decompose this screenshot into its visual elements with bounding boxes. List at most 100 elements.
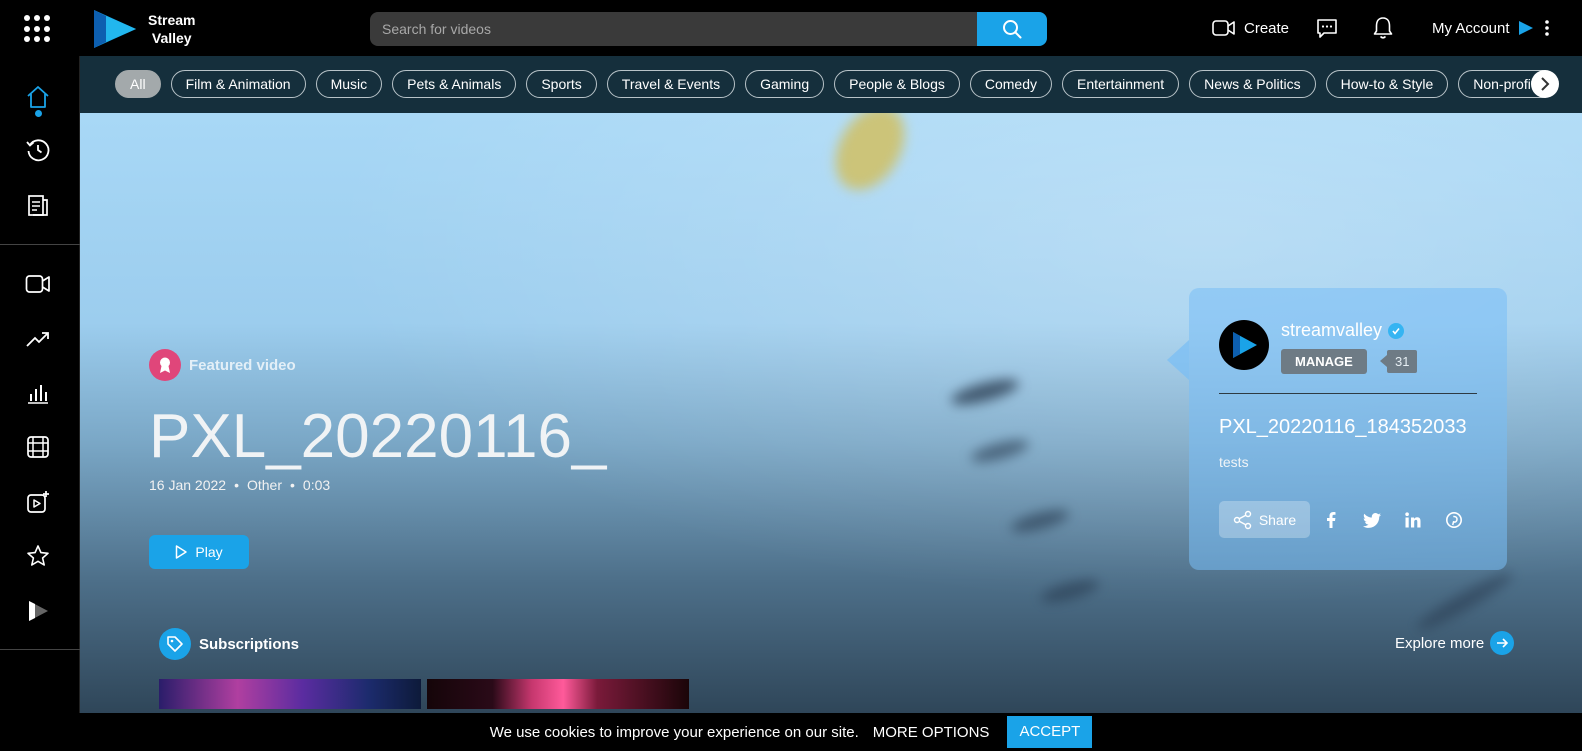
subscriptions-label: Subscriptions — [199, 635, 300, 653]
category-chip[interactable]: Entertainment — [1062, 70, 1180, 98]
messages-button[interactable] — [1316, 0, 1338, 56]
sidebar-item-playlists[interactable] — [24, 191, 52, 219]
sidebar-item-trending[interactable] — [24, 325, 52, 353]
manage-button[interactable]: MANAGE — [1281, 349, 1367, 374]
category-chips: All Film & Animation Music Pets & Animals Sp… — [115, 70, 1557, 98]
sidebar-item-add-video[interactable] — [24, 488, 52, 516]
video-info-card: streamvalley MANAGE 31 PXL_20220116_1843… — [1167, 288, 1507, 570]
video-duration: 0:03 — [302, 477, 331, 493]
sidebar-item-channel[interactable] — [24, 597, 52, 625]
share-label: Share — [1258, 511, 1297, 528]
sidebar-item-stats[interactable] — [24, 379, 52, 407]
cookie-accept-button[interactable]: ACCEPT — [1007, 716, 1093, 748]
search-bar — [370, 12, 1047, 46]
explore-more-label: Explore more — [1395, 634, 1485, 652]
apps-grid-icon[interactable] — [24, 15, 52, 43]
sidebar-divider — [0, 649, 80, 650]
video-category: Other — [246, 477, 282, 493]
category-chip[interactable]: Music — [315, 70, 383, 98]
channel-name-text: streamvalley — [1281, 320, 1383, 340]
history-icon — [26, 139, 50, 162]
chat-icon — [1317, 19, 1337, 38]
account-label: My Account — [1432, 19, 1510, 37]
video-meta: 16 Jan 2022 • Other • 0:03 — [149, 477, 330, 493]
channel-logo-icon — [1233, 332, 1257, 358]
sidebar-item-home[interactable] — [24, 83, 52, 111]
category-chip[interactable]: News & Politics — [1189, 70, 1316, 98]
trending-icon — [26, 332, 49, 347]
video-camera-icon — [1212, 20, 1235, 36]
card-pointer — [1167, 340, 1189, 380]
play-label: Play — [195, 544, 223, 560]
subscriptions-heading: Subscriptions — [159, 628, 299, 660]
logo[interactable]: Stream Valley — [92, 8, 195, 50]
sidebar — [0, 56, 80, 751]
video-thumbnail[interactable] — [427, 679, 689, 709]
sidebar-divider — [0, 244, 80, 245]
home-icon — [27, 86, 49, 108]
search-button[interactable] — [977, 12, 1047, 46]
cookie-banner: We use cookies to improve your experienc… — [0, 713, 1582, 751]
account-logo-icon — [1518, 21, 1533, 35]
facebook-icon[interactable] — [1322, 511, 1340, 529]
subscriber-count: 31 — [1379, 350, 1418, 373]
card-video-title: PXL_20220116_184352033 — [1219, 416, 1467, 438]
featured-tag: Featured video — [149, 349, 296, 381]
category-chip[interactable]: Comedy — [969, 70, 1052, 98]
stats-icon — [28, 385, 48, 404]
verified-icon — [1388, 322, 1405, 339]
linkedin-icon[interactable] — [1404, 511, 1422, 529]
category-chip[interactable]: How-to & Style — [1325, 70, 1449, 98]
arrow-right-icon — [1490, 631, 1515, 655]
featured-hero: Featured video PXL_20220116_ 16 Jan 2022… — [80, 113, 1582, 713]
search-icon — [1003, 20, 1022, 39]
more-vertical-icon[interactable] — [1542, 19, 1552, 37]
film-icon — [27, 436, 49, 458]
category-chip[interactable]: Sports — [526, 70, 597, 98]
sidebar-item-videos[interactable] — [24, 270, 52, 298]
sidebar-item-history[interactable] — [24, 136, 52, 164]
create-label: Create — [1244, 19, 1290, 37]
tag-icon — [159, 628, 191, 660]
category-chip[interactable]: Pets & Animals — [392, 70, 517, 98]
category-chip[interactable]: People & Blogs — [834, 70, 960, 98]
category-chip[interactable]: Film & Animation — [170, 70, 306, 98]
sidebar-item-films[interactable] — [24, 433, 52, 461]
twitter-icon[interactable] — [1363, 511, 1381, 529]
video-thumbnail[interactable] — [159, 679, 421, 709]
chevron-right-icon — [1541, 77, 1550, 91]
category-chip[interactable]: Gaming — [745, 70, 825, 98]
active-indicator — [35, 110, 42, 117]
share-button[interactable]: Share — [1219, 501, 1310, 538]
channel-name[interactable]: streamvalley — [1281, 320, 1405, 341]
notifications-button[interactable] — [1372, 0, 1394, 56]
award-icon — [149, 349, 181, 381]
add-video-icon — [27, 491, 49, 513]
chips-next-button[interactable] — [1531, 70, 1559, 98]
video-camera-icon — [25, 275, 50, 293]
play-icon — [176, 545, 188, 559]
playlist-icon — [28, 195, 48, 216]
featured-label: Featured video — [189, 356, 296, 374]
logo-play-icon — [94, 10, 136, 48]
category-chip[interactable]: Travel & Events — [606, 70, 736, 98]
logo-text: Stream Valley — [148, 12, 196, 46]
play-stack-icon — [29, 601, 48, 621]
account-menu[interactable]: My Account — [1432, 0, 1552, 56]
create-button[interactable]: Create — [1212, 0, 1289, 56]
pinterest-icon[interactable] — [1445, 511, 1463, 529]
star-icon — [27, 545, 49, 566]
card-description: tests — [1219, 454, 1249, 470]
cookie-text: We use cookies to improve your experienc… — [489, 723, 859, 741]
bell-icon — [1373, 17, 1393, 39]
card-divider — [1219, 393, 1477, 394]
avatar[interactable] — [1219, 320, 1269, 370]
cookie-more-options-button[interactable]: MORE OPTIONS — [873, 724, 990, 741]
page-title: PXL_20220116_ — [149, 402, 607, 471]
play-button[interactable]: Play — [149, 535, 249, 569]
category-bar: All Film & Animation Music Pets & Animals Sp… — [80, 56, 1582, 113]
explore-more-link[interactable]: Explore more — [1395, 631, 1515, 655]
search-input[interactable] — [370, 12, 977, 46]
sidebar-item-favorites[interactable] — [24, 542, 52, 570]
category-chip[interactable]: All — [115, 70, 161, 98]
